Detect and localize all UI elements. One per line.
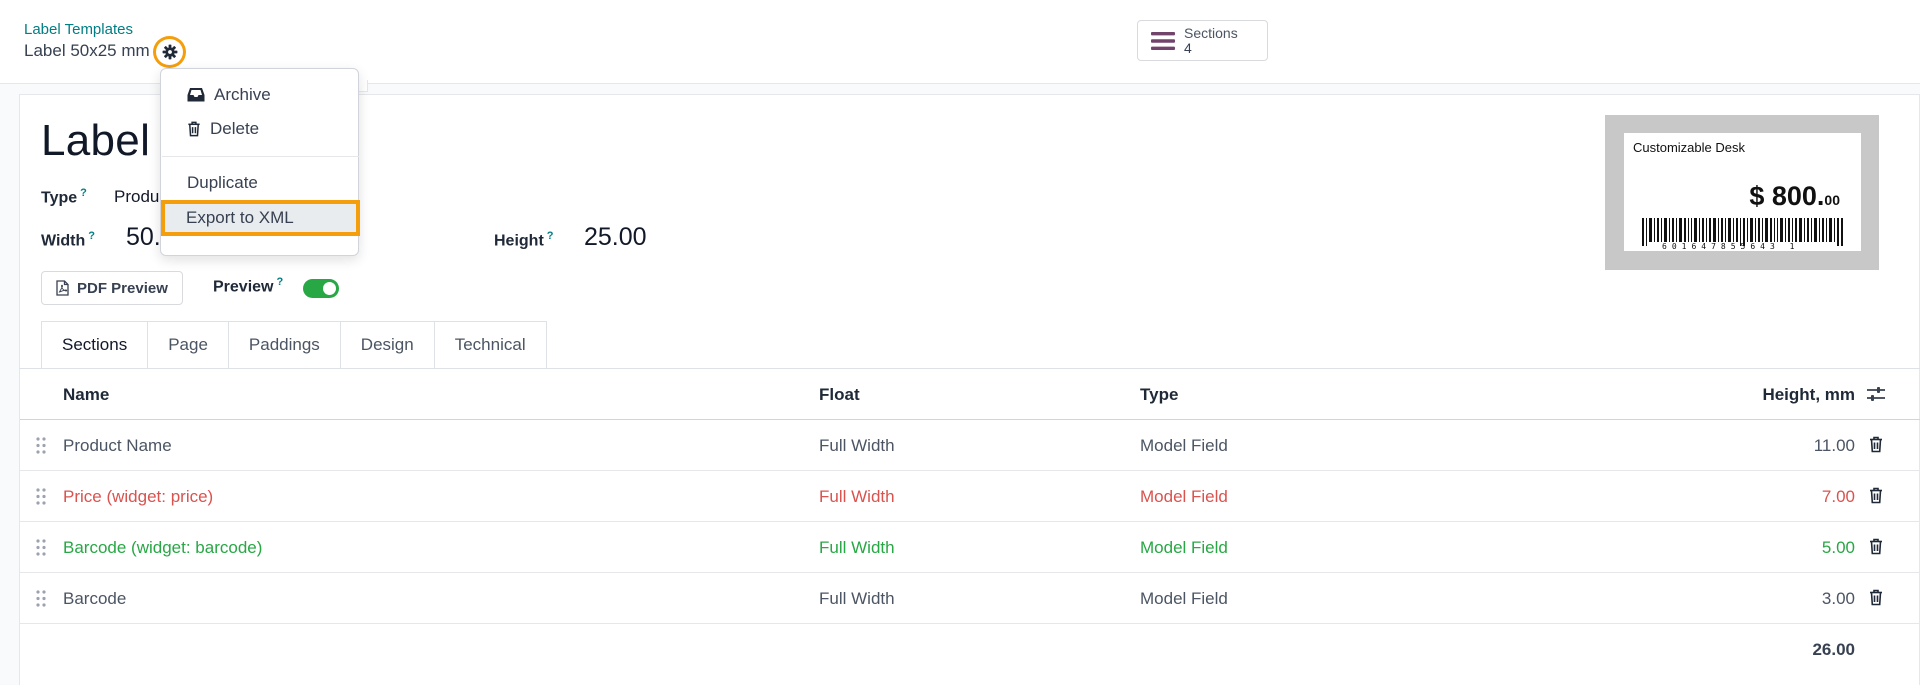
height-field-label: Height? (494, 230, 554, 250)
table-row[interactable]: Product Name Full Width Model Field 11.0… (20, 420, 1920, 471)
cell-type: Model Field (1140, 589, 1228, 608)
tab-technical[interactable]: Technical (434, 321, 547, 369)
trash-icon[interactable] (1869, 589, 1883, 606)
column-header-height[interactable]: Height, mm (1762, 385, 1855, 405)
tab-page[interactable]: Page (148, 321, 229, 369)
menu-item-export-xml[interactable]: Export to XML (161, 200, 360, 236)
cell-name: Price (widget: price) (63, 487, 214, 506)
preview-field-label: Preview? (213, 276, 284, 296)
smart-button-count: 4 (1184, 39, 1192, 56)
cell-float: Full Width (819, 589, 895, 608)
sections-smart-button[interactable]: Sections 4 (1137, 20, 1268, 61)
cell-type: Model Field (1140, 436, 1228, 455)
cell-height: 3.00 (1821, 589, 1855, 608)
table-row[interactable]: Price (widget: price) Full Width Model F… (20, 471, 1920, 522)
tab-paddings[interactable]: Paddings (228, 321, 341, 369)
column-header-type[interactable]: Type (1140, 385, 1178, 405)
width-field-label: Width? (41, 230, 96, 250)
cell-height: 5.00 (1821, 538, 1855, 557)
width-field-value[interactable]: 50. (126, 223, 161, 252)
gear-icon (162, 44, 177, 60)
menu-item-label: Archive (214, 84, 271, 104)
table-header: Name Float Type Height, mm (20, 369, 1920, 420)
menu-item-label: Delete (210, 118, 260, 138)
action-menu-toggle[interactable] (153, 36, 186, 68)
breadcrumb-current: Label 50x25 mm (24, 41, 150, 60)
cell-float: Full Width (819, 538, 895, 557)
smart-button-label: Sections (1184, 24, 1238, 41)
cell-name: Product Name (63, 436, 172, 455)
pdf-file-icon (56, 280, 69, 296)
optional-columns-icon[interactable] (1866, 385, 1886, 403)
drag-handle-icon[interactable] (36, 437, 46, 454)
pdf-preview-label: PDF Preview (77, 279, 168, 297)
drag-handle-icon[interactable] (36, 488, 46, 505)
type-field-label: Type? (41, 187, 87, 207)
cell-type: Model Field (1140, 487, 1228, 506)
drag-handle-icon[interactable] (36, 590, 46, 607)
cell-name: Barcode (63, 589, 127, 608)
table-row[interactable]: Barcode (widget: barcode) Full Width Mod… (20, 522, 1920, 573)
trash-icon[interactable] (1869, 436, 1883, 453)
label-preview-product: Customizable Desk (1633, 140, 1745, 155)
label-preview-price: $ 800.00 (1749, 181, 1840, 211)
tooltip-icon[interactable]: ? (276, 276, 283, 288)
trash-icon[interactable] (1869, 538, 1883, 555)
inbox-icon (187, 87, 205, 101)
notebook-tabs: Sections Page Paddings Design Technical (41, 321, 547, 369)
type-field-value[interactable]: Produ (114, 187, 159, 207)
table-footer: 26.00 (20, 624, 1920, 675)
column-header-float[interactable]: Float (819, 385, 860, 405)
cell-height: 7.00 (1821, 487, 1855, 506)
table-row[interactable]: Barcode Full Width Model Field 3.00 (20, 573, 1920, 624)
tooltip-icon[interactable]: ? (547, 230, 554, 242)
tooltip-icon[interactable]: ? (80, 187, 87, 199)
barcode-digits: 601647855643 1 (1662, 242, 1800, 251)
trash-icon (188, 121, 200, 136)
cell-name: Barcode (widget: barcode) (63, 538, 263, 557)
list-icon (1151, 31, 1175, 50)
breadcrumb-parent-link[interactable]: Label Templates (24, 21, 133, 38)
tab-sections[interactable]: Sections (41, 321, 149, 369)
menu-item-delete[interactable]: Delete (162, 112, 359, 145)
height-field-value[interactable]: 25.00 (584, 223, 647, 252)
drag-handle-icon[interactable] (36, 539, 46, 556)
trash-icon[interactable] (1869, 487, 1883, 504)
tooltip-icon[interactable]: ? (88, 230, 95, 242)
cell-float: Full Width (819, 487, 895, 506)
cell-height: 11.00 (1813, 436, 1855, 455)
cell-float: Full Width (819, 436, 895, 455)
column-header-name[interactable]: Name (63, 385, 109, 405)
menu-divider (162, 156, 359, 157)
height-total: 26.00 (1812, 640, 1855, 659)
sections-table: Name Float Type Height, mm Product Name … (20, 369, 1920, 675)
cell-type: Model Field (1140, 538, 1228, 557)
preview-toggle[interactable] (303, 279, 339, 298)
tab-design[interactable]: Design (340, 321, 435, 369)
pdf-preview-button[interactable]: PDF Preview (41, 271, 183, 305)
action-menu-dropdown: Archive Delete Duplicate Export to XML (160, 68, 360, 256)
menu-item-archive[interactable]: Archive (162, 78, 359, 111)
menu-item-duplicate[interactable]: Duplicate (162, 166, 359, 199)
